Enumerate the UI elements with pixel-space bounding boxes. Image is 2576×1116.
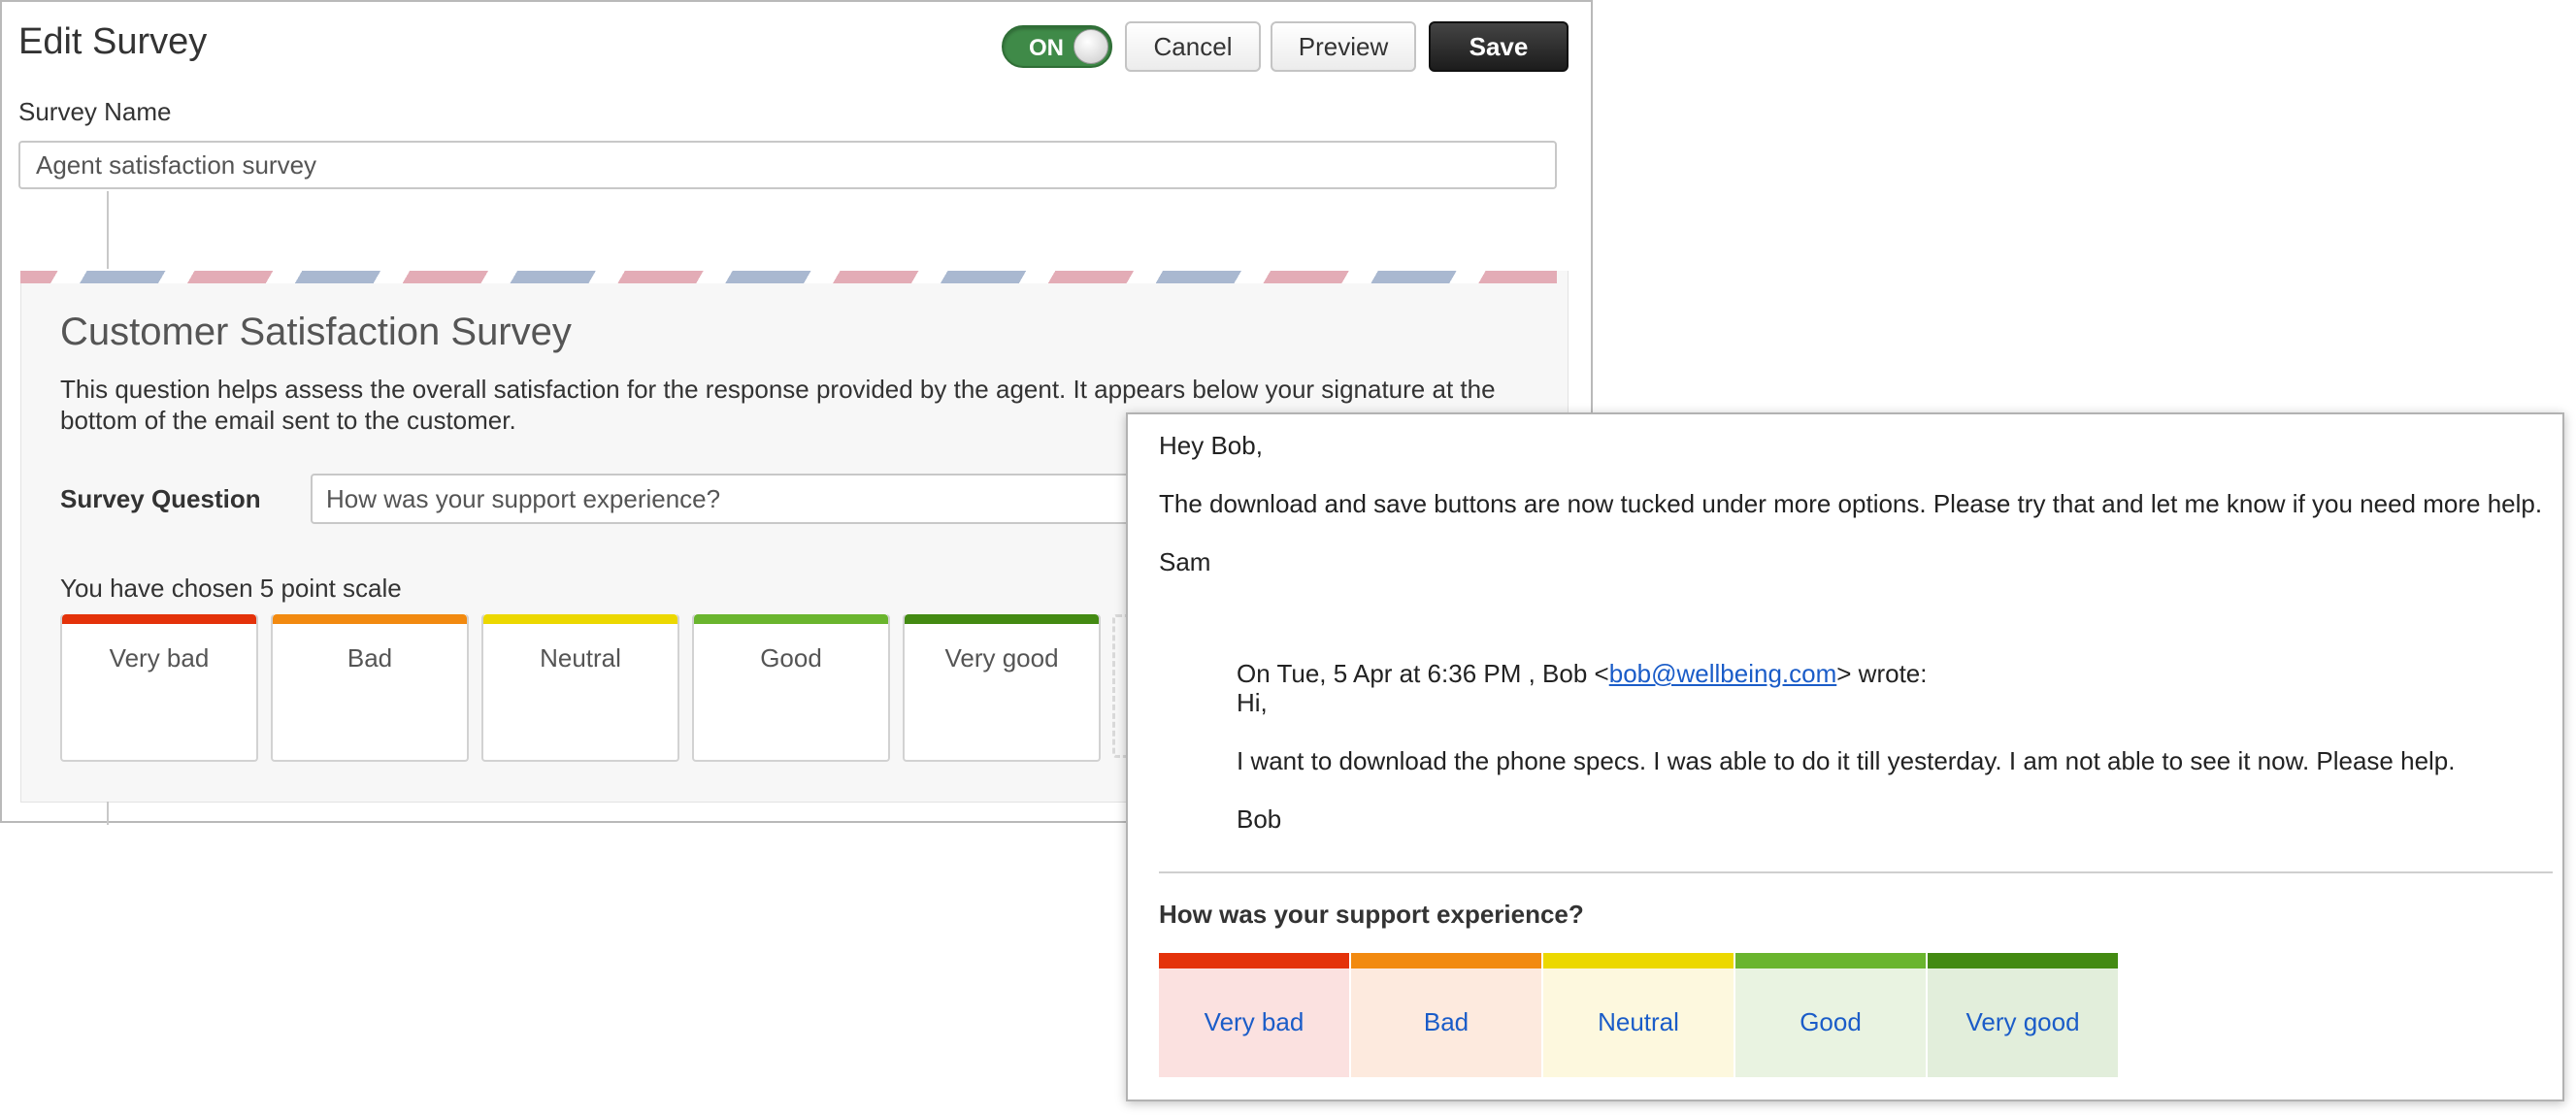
scale-option-neutral[interactable]: Neutral (481, 614, 679, 762)
quote-sender-email-link[interactable]: bob@wellbeing.com (1609, 659, 1837, 688)
connector-line (107, 802, 109, 825)
scale-color-bar (62, 614, 256, 624)
toggle-label: ON (1029, 35, 1064, 61)
rating-very-good[interactable]: Very good (1928, 953, 2118, 1077)
page-title: Edit Survey (18, 21, 208, 62)
email-divider (1159, 871, 2553, 873)
scale-color-bar (694, 614, 888, 624)
email-preview: Hey Bob, The download and save buttons a… (1126, 412, 2564, 1101)
scale-option-very-good[interactable]: Very good (903, 614, 1101, 762)
email-body: The download and save buttons are now tu… (1159, 489, 2543, 518)
email-greeting: Hey Bob, (1159, 431, 1263, 460)
save-button[interactable]: Save (1429, 21, 1569, 72)
rating-label: Neutral (1598, 1007, 1679, 1036)
survey-name-label: Survey Name (18, 97, 172, 126)
scale-option-bad[interactable]: Bad (271, 614, 469, 762)
quote-header-prefix: On Tue, 5 Apr at 6:36 PM , Bob < (1237, 659, 1609, 688)
scale-option-label: Very good (944, 643, 1059, 673)
quote-header: On Tue, 5 Apr at 6:36 PM , Bob <bob@well… (1237, 659, 1927, 689)
rating-neutral[interactable]: Neutral (1543, 953, 1734, 1077)
rating-color-bar (1543, 953, 1734, 968)
scale-option-very-bad[interactable]: Very bad (60, 614, 258, 762)
rating-label: Very good (1965, 1007, 2080, 1036)
email-survey-question: How was your support experience? (1159, 900, 1584, 929)
email-signature: Sam (1159, 547, 1211, 576)
cancel-button[interactable]: Cancel (1125, 21, 1261, 72)
rating-color-bar (1735, 953, 1926, 968)
survey-question-label: Survey Question (60, 484, 261, 513)
toggle-knob (1073, 29, 1108, 64)
scale-color-bar (483, 614, 677, 624)
rating-color-bar (1928, 953, 2118, 968)
scale-color-bar (905, 614, 1099, 624)
rating-color-bar (1351, 953, 1541, 968)
preview-button[interactable]: Preview (1271, 21, 1416, 72)
rating-very-bad[interactable]: Very bad (1159, 953, 1349, 1077)
survey-active-toggle[interactable]: ON (1002, 25, 1112, 68)
survey-card-title: Customer Satisfaction Survey (60, 311, 572, 353)
card-stripe-border (20, 271, 1557, 283)
scale-option-label: Good (760, 643, 822, 673)
rating-label: Bad (1423, 1007, 1470, 1036)
scale-option-label: Bad (347, 643, 393, 673)
connector-line (107, 191, 109, 269)
rating-good[interactable]: Good (1735, 953, 1926, 1077)
rating-label: Very bad (1204, 1007, 1305, 1036)
survey-name-input[interactable] (18, 141, 1557, 189)
rating-color-bar (1159, 953, 1349, 968)
scale-option-good[interactable]: Good (692, 614, 890, 762)
rating-label: Good (1800, 1007, 1862, 1036)
scale-option-label: Neutral (540, 643, 621, 673)
scale-label: You have chosen 5 point scale (60, 574, 402, 603)
rating-bad[interactable]: Bad (1351, 953, 1541, 1077)
scale-option-label: Very bad (109, 643, 210, 673)
quote-greeting: Hi, (1237, 688, 1268, 717)
quote-header-suffix: > wrote: (1836, 659, 1928, 688)
quote-signature: Bob (1237, 804, 1282, 834)
scale-color-bar (273, 614, 467, 624)
quote-body: I want to download the phone specs. I wa… (1237, 746, 2456, 775)
